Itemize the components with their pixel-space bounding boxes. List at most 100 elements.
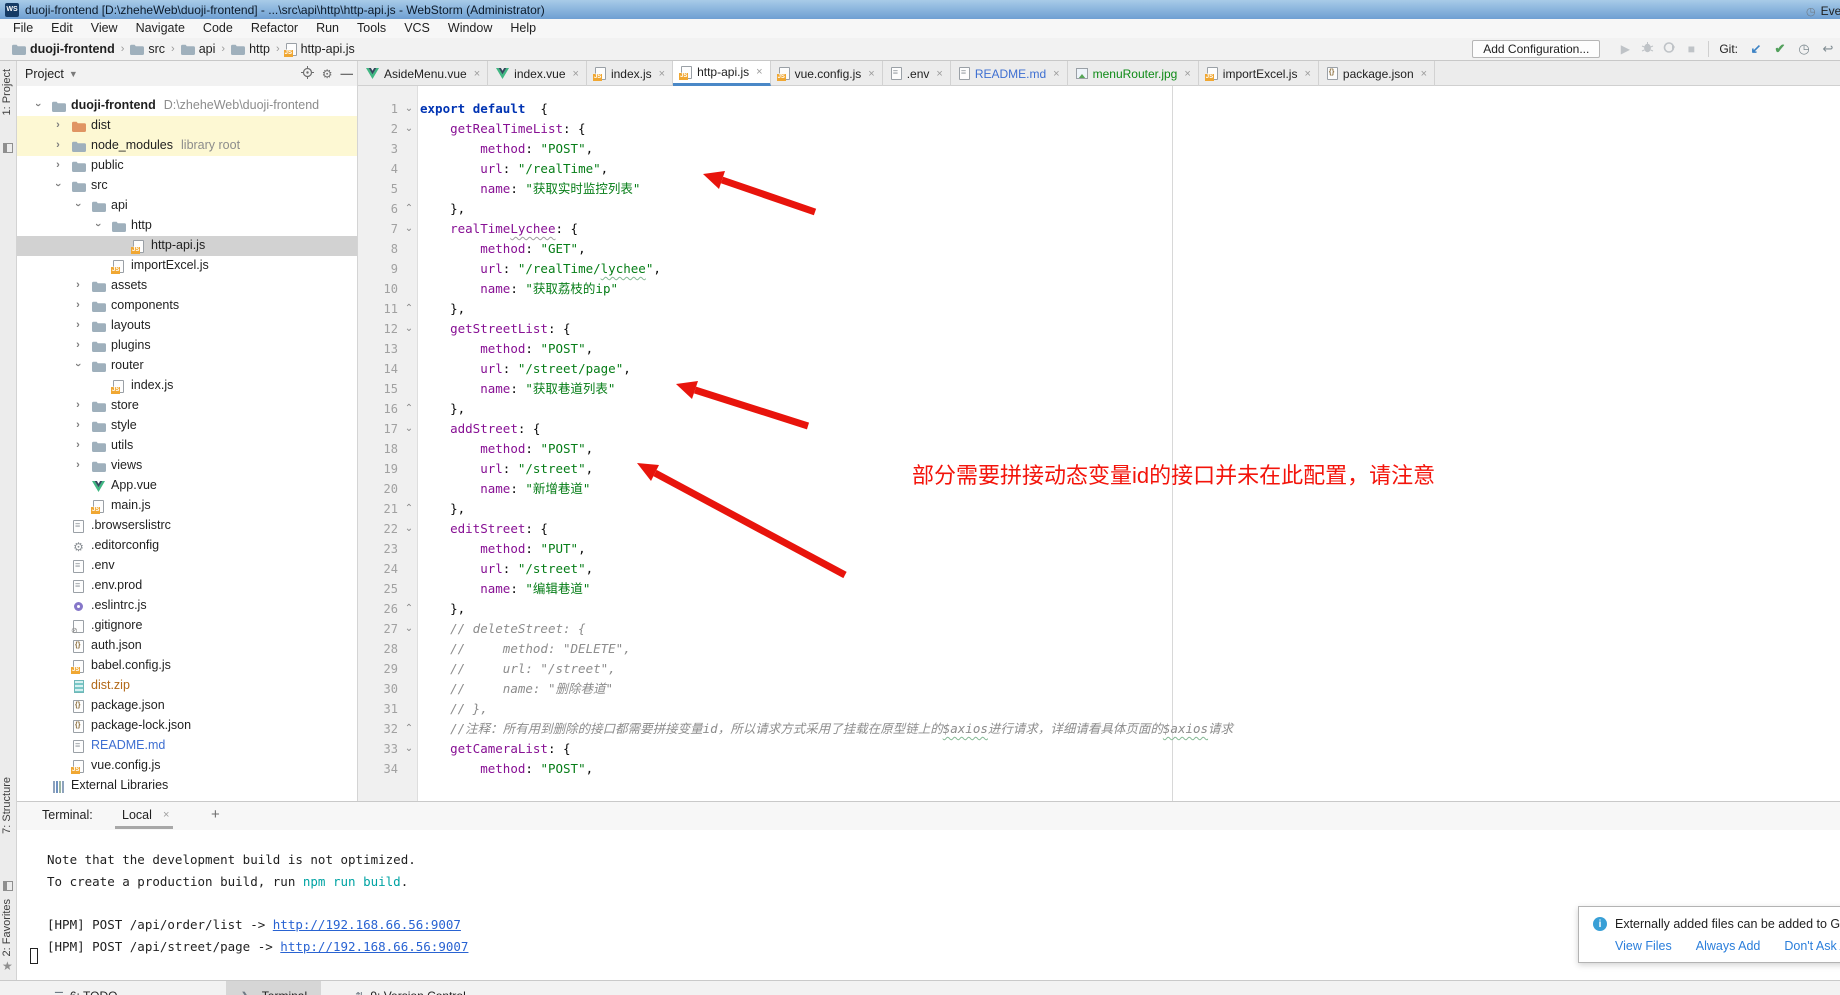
stripe-favorites-button[interactable]: 2: Favorites [1, 899, 13, 956]
fold-expand-icon[interactable]: ⌄ [402, 99, 416, 119]
line-number[interactable]: 29 [358, 659, 398, 679]
tree-item-vueconfigjs[interactable]: vue.config.js [17, 756, 357, 776]
code-line[interactable]: 5 name: "获取实时监控列表" [358, 179, 1838, 199]
line-number[interactable]: 3 [358, 139, 398, 159]
tree-item-router[interactable]: ›router [17, 356, 357, 376]
code-line[interactable]: 16⌃ }, [358, 399, 1838, 419]
fold-collapse-icon[interactable]: ⌃ [402, 599, 416, 619]
tree-item-style[interactable]: ›style [17, 416, 357, 436]
project-panel-header[interactable]: Project ▼ ⚙ — [17, 61, 357, 86]
tab-READMEmd[interactable]: README.md× [951, 61, 1068, 86]
chevron-expanded-icon[interactable]: › [72, 200, 84, 210]
git-update-icon[interactable]: ↙ [1744, 41, 1768, 57]
line-number[interactable]: 10 [358, 279, 398, 299]
line-number[interactable]: 11 [358, 299, 398, 319]
tree-item-views[interactable]: ›views [17, 456, 357, 476]
menu-code[interactable]: Code [194, 19, 242, 38]
code-line[interactable]: 21⌃ }, [358, 499, 1838, 519]
menu-help[interactable]: Help [501, 19, 545, 38]
line-number[interactable]: 15 [358, 379, 398, 399]
tree-item-assets[interactable]: ›assets [17, 276, 357, 296]
tree-item-babelconfigjs[interactable]: babel.config.js [17, 656, 357, 676]
code-line[interactable]: 34 method: "POST", [358, 759, 1838, 779]
fold-expand-icon[interactable]: ⌄ [402, 419, 416, 439]
menu-window[interactable]: Window [439, 19, 501, 38]
line-number[interactable]: 1 [358, 99, 398, 119]
close-icon[interactable]: × [474, 68, 480, 80]
fold-expand-icon[interactable]: ⌄ [402, 219, 416, 239]
code-line[interactable]: 14 url: "/street/page", [358, 359, 1838, 379]
line-number[interactable]: 2 [358, 119, 398, 139]
tree-item-env[interactable]: .env [17, 556, 357, 576]
profiler-icon[interactable] [1658, 41, 1680, 57]
line-number[interactable]: 8 [358, 239, 398, 259]
chevron-collapsed-icon[interactable]: › [73, 419, 83, 431]
tree-item-READMEmd[interactable]: README.md [17, 736, 357, 756]
line-number[interactable]: 21 [358, 499, 398, 519]
debug-icon[interactable] [1636, 41, 1658, 57]
rollback-icon[interactable]: ↩ [1816, 41, 1840, 57]
fold-collapse-icon[interactable]: ⌃ [402, 199, 416, 219]
breadcrumb-item-duojifrontend[interactable]: duoji-frontend [10, 42, 117, 56]
terminal-link[interactable]: http://192.168.66.56:9007 [280, 939, 468, 954]
code-line[interactable]: 27⌄ // deleteStreet: { [358, 619, 1838, 639]
close-icon[interactable]: × [936, 68, 942, 80]
line-number[interactable]: 33 [358, 739, 398, 759]
tab-indexvue[interactable]: index.vue× [488, 61, 587, 86]
statusbar-Terminal[interactable]: ❯_Terminal [226, 981, 321, 995]
line-number[interactable]: 30 [358, 679, 398, 699]
history-clock-icon[interactable]: ◷ [1792, 41, 1816, 57]
menu-refactor[interactable]: Refactor [242, 19, 307, 38]
code-line[interactable]: 22⌄ editStreet: { [358, 519, 1838, 539]
chevron-collapsed-icon[interactable]: › [53, 159, 63, 171]
code-line[interactable]: 28 // method: "DELETE", [358, 639, 1838, 659]
breadcrumb-item-http[interactable]: http [229, 42, 272, 56]
line-number[interactable]: 13 [358, 339, 398, 359]
tree-item-ExternalLibraries[interactable]: External Libraries [17, 776, 357, 796]
code-line[interactable]: 13 method: "POST", [358, 339, 1838, 359]
tab-indexjs[interactable]: index.js× [587, 61, 673, 86]
close-icon[interactable]: × [659, 68, 665, 80]
fold-collapse-icon[interactable]: ⌃ [402, 499, 416, 519]
hide-panel-icon[interactable]: — [341, 67, 354, 81]
code-line[interactable]: 11⌃ }, [358, 299, 1838, 319]
tree-item-importExceljs[interactable]: importExcel.js [17, 256, 357, 276]
close-icon[interactable]: × [1421, 68, 1427, 80]
line-number[interactable]: 6 [358, 199, 398, 219]
tree-item-authjson[interactable]: auth.json [17, 636, 357, 656]
line-number[interactable]: 16 [358, 399, 398, 419]
line-number[interactable]: 4 [358, 159, 398, 179]
tree-item-http[interactable]: ›http [17, 216, 357, 236]
tree-item-components[interactable]: ›components [17, 296, 357, 316]
chevron-collapsed-icon[interactable]: › [73, 439, 83, 451]
code-line[interactable]: 29 // url: "/street", [358, 659, 1838, 679]
new-terminal-icon[interactable]: + [211, 806, 220, 823]
close-icon[interactable]: × [573, 68, 579, 80]
tab-httpapijs[interactable]: http-api.js× [673, 61, 770, 86]
always-add-link[interactable]: Always Add [1696, 939, 1761, 953]
terminal-tab-close-icon[interactable]: × [163, 809, 169, 821]
tree-item-utils[interactable]: ›utils [17, 436, 357, 456]
tree-item-packagelockjson[interactable]: package-lock.json [17, 716, 357, 736]
close-icon[interactable]: × [1184, 68, 1190, 80]
line-number[interactable]: 32 [358, 719, 398, 739]
menu-file[interactable]: File [4, 19, 42, 38]
code-line[interactable]: 32⌃ //注释：所有用到删除的接口都需要拼接变量id，所以请求方式采用了挂载在… [358, 719, 1838, 739]
line-number[interactable]: 23 [358, 539, 398, 559]
line-number[interactable]: 34 [358, 759, 398, 779]
menu-view[interactable]: View [82, 19, 127, 38]
line-number[interactable]: 31 [358, 699, 398, 719]
locate-file-icon[interactable] [301, 66, 314, 82]
code-line[interactable]: 1⌄export default { [358, 99, 1838, 119]
tree-item-nodemodules[interactable]: ›node_moduleslibrary root [17, 136, 357, 156]
fold-collapse-icon[interactable]: ⌃ [402, 399, 416, 419]
code-line[interactable]: 12⌄ getStreetList: { [358, 319, 1838, 339]
breadcrumb-item-api[interactable]: api [179, 42, 218, 56]
line-number[interactable]: 9 [358, 259, 398, 279]
close-icon[interactable]: × [1304, 68, 1310, 80]
breadcrumb-item-httpapijs[interactable]: http-api.js [284, 42, 357, 56]
line-number[interactable]: 22 [358, 519, 398, 539]
code-line[interactable]: 8 method: "GET", [358, 239, 1838, 259]
menu-tools[interactable]: Tools [348, 19, 395, 38]
menu-run[interactable]: Run [307, 19, 348, 38]
